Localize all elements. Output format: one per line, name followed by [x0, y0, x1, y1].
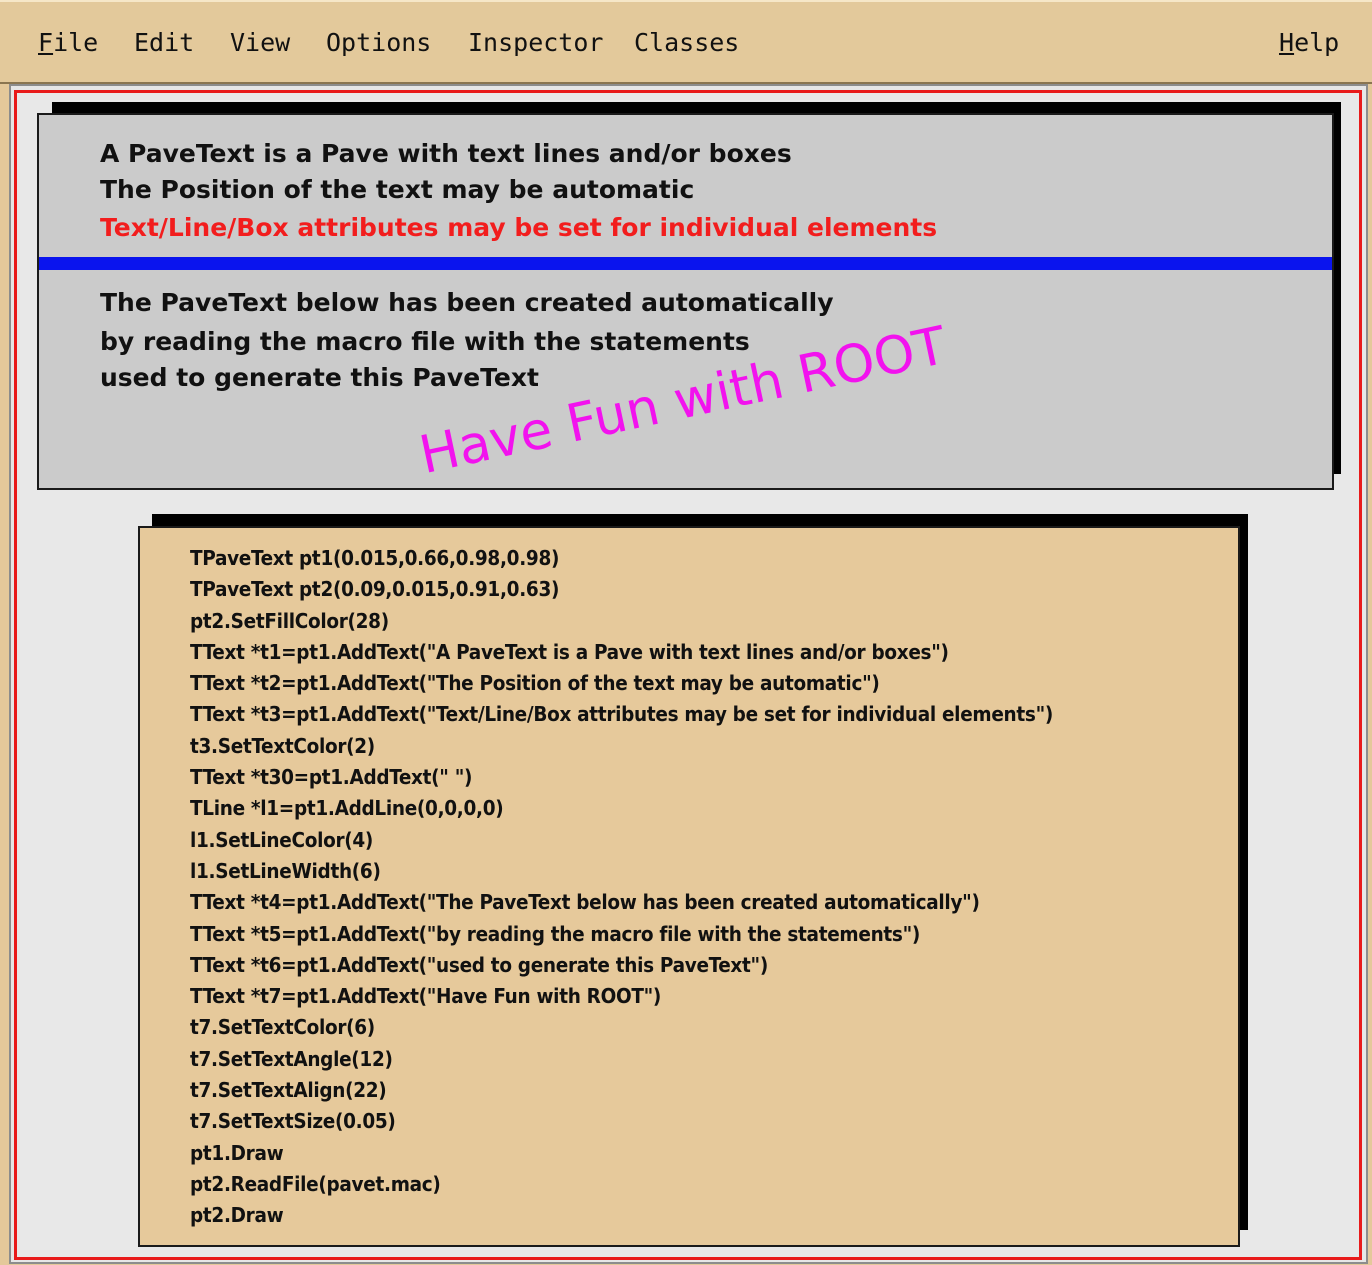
menu-classes[interactable]: Classes [634, 28, 739, 57]
menu-help-label: elp [1294, 28, 1340, 57]
macro-code-line: pt2.Draw [190, 1203, 284, 1228]
menu-inspector-label: Inspector [468, 28, 604, 57]
macro-code-list: TPaveText pt1(0.015,0.66,0.98,0.98) TPave… [190, 543, 1053, 1232]
macro-code-line: l1.SetLineWidth(6) [190, 858, 381, 883]
macro-code-line: TPaveText pt2(0.09,0.015,0.91,0.63) [190, 577, 560, 602]
pave1-text-line: A PaveText is a Pave with text lines and… [100, 139, 792, 168]
macro-code-line: pt1.Draw [190, 1140, 284, 1165]
macro-code-line: TText *t4=pt1.AddText("The PaveText belo… [190, 890, 980, 915]
menu-inspector[interactable]: Inspector [468, 28, 603, 57]
menu-options-label: Options [326, 28, 432, 57]
menu-edit[interactable]: Edit [134, 28, 194, 57]
macro-code-line: t7.SetTextSize(0.05) [190, 1109, 396, 1134]
macro-code-line: TText *t2=pt1.AddText("The Position of t… [190, 671, 880, 696]
menu-edit-label: Edit [134, 28, 195, 57]
menu-help-mnemonic: H [1279, 28, 1295, 57]
macro-code-line: TText *t6=pt1.AddText("used to generate … [190, 952, 768, 977]
menu-file-mnemonic: F [38, 28, 54, 57]
menu-view[interactable]: View [230, 28, 290, 57]
pave1-text-line: The Position of the text may be automati… [100, 175, 695, 204]
menu-bar: File Edit View Options Inspector Classes… [0, 0, 1372, 84]
pave1-text-line: by reading the macro file with the state… [100, 327, 750, 356]
macro-code-line: t7.SetTextAngle(12) [190, 1046, 393, 1071]
pave1-text-line: The PaveText below has been created auto… [100, 288, 834, 317]
menu-view-label: View [230, 28, 291, 57]
pave1-text-line: used to generate this PaveText [100, 363, 539, 392]
macro-code-line: pt2.ReadFile(pavet.mac) [190, 1171, 441, 1196]
menu-file-label: ile [53, 28, 99, 57]
pave1-text-line-red: Text/Line/Box attributes may be set for … [100, 213, 938, 242]
macro-code-line: TPaveText pt1(0.015,0.66,0.98,0.98) [190, 546, 560, 570]
macro-code-line: l1.SetLineColor(4) [190, 827, 374, 852]
menu-help[interactable]: Help [1279, 28, 1339, 57]
macro-code-line: t7.SetTextColor(6) [190, 1015, 375, 1040]
menu-classes-label: Classes [634, 28, 740, 57]
macro-code-line: TText *t3=pt1.AddText("Text/Line/Box att… [190, 702, 1054, 727]
macro-code-line: TText *t30=pt1.AddText(" ") [190, 765, 473, 790]
macro-code-line: TText *t5=pt1.AddText("by reading the ma… [190, 921, 921, 946]
macro-code-line: t7.SetTextAlign(22) [190, 1078, 387, 1103]
macro-code-line: pt2.SetFillColor(28) [190, 608, 389, 633]
menu-file[interactable]: File [38, 28, 98, 57]
pave1-separator-line [39, 257, 1332, 270]
macro-code-line: TLine *l1=pt1.AddLine(0,0,0,0) [190, 796, 504, 821]
menu-options[interactable]: Options [326, 28, 431, 57]
root-canvas-window: File Edit View Options Inspector Classes… [0, 0, 1372, 1265]
macro-code-line: t3.SetTextColor(2) [190, 733, 375, 758]
macro-code-line: TText *t7=pt1.AddText("Have Fun with ROO… [190, 984, 662, 1009]
macro-code-line: TText *t1=pt1.AddText("A PaveText is a P… [190, 639, 949, 664]
